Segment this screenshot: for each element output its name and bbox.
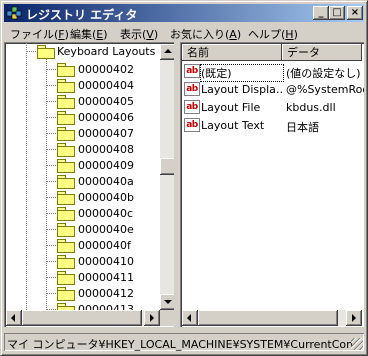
scroll-right-button[interactable] bbox=[346, 310, 362, 326]
arrow-up-icon bbox=[164, 49, 172, 53]
registry-editor-icon bbox=[6, 6, 22, 20]
folder-icon bbox=[57, 175, 75, 189]
tree-line bbox=[46, 101, 56, 102]
string-value-icon: ab bbox=[184, 82, 200, 96]
column-header-name[interactable]: 名前 bbox=[182, 44, 282, 61]
registry-value-list[interactable]: 名前 データ ab (既定) (値の設定なし) ab Layout Displa… bbox=[180, 42, 364, 327]
minimize-button[interactable]: _ bbox=[313, 6, 329, 20]
tree-line bbox=[46, 69, 56, 70]
tree-hscroll-thumb[interactable] bbox=[22, 310, 142, 326]
folder-icon bbox=[57, 207, 75, 221]
title-bar[interactable]: レジストリ エディタ _ □ × bbox=[4, 4, 364, 22]
tree-line bbox=[46, 58, 47, 310]
arrow-left-icon bbox=[11, 314, 15, 322]
tree-line bbox=[46, 133, 56, 134]
menu-help[interactable]: ヘルプ(H) bbox=[248, 26, 298, 42]
menu-file[interactable]: ファイル(F) bbox=[10, 26, 69, 42]
folder-icon bbox=[57, 111, 75, 125]
folder-icon bbox=[57, 159, 75, 173]
open-folder-icon bbox=[57, 271, 75, 285]
tree-line bbox=[46, 165, 56, 166]
folder-icon bbox=[57, 255, 75, 269]
tree-line bbox=[46, 293, 56, 294]
window-title: レジストリ エディタ bbox=[26, 8, 138, 22]
status-path: マイ コンピュータ¥HKEY_LOCAL_MACHINE¥SYSTEM¥Curr… bbox=[7, 338, 352, 351]
string-value-icon: ab bbox=[184, 100, 200, 114]
open-folder-icon bbox=[37, 45, 55, 59]
tree-line bbox=[46, 181, 56, 182]
list-horizontal-scrollbar[interactable] bbox=[182, 310, 362, 326]
registry-key-tree[interactable]: Keyboard Layouts 00000402 00000404 0000040… bbox=[4, 42, 174, 327]
tree-line bbox=[46, 277, 56, 278]
arrow-right-icon bbox=[150, 314, 154, 322]
folder-icon bbox=[57, 191, 75, 205]
folder-icon bbox=[57, 287, 75, 301]
menu-favorites[interactable]: お気に入り(A) bbox=[170, 26, 241, 42]
tree-line bbox=[46, 213, 56, 214]
status-bar: マイ コンピュータ¥HKEY_LOCAL_MACHINE¥SYSTEM¥Curr… bbox=[4, 333, 364, 351]
folder-icon bbox=[57, 223, 75, 237]
tree-line bbox=[46, 85, 56, 86]
folder-icon bbox=[57, 63, 75, 77]
folder-icon bbox=[57, 143, 75, 157]
string-value-icon: ab bbox=[184, 118, 200, 132]
registry-editor-window: レジストリ エディタ _ □ × ファイル(F) 編集(E) 表示(V) お気に… bbox=[0, 0, 368, 356]
maximize-button[interactable]: □ bbox=[329, 6, 345, 20]
tree-line bbox=[46, 117, 56, 118]
arrow-down-icon bbox=[164, 300, 172, 304]
folder-icon bbox=[57, 79, 75, 93]
tree-horizontal-scrollbar[interactable] bbox=[6, 310, 160, 326]
list-hscroll-thumb[interactable] bbox=[198, 310, 338, 326]
close-button[interactable]: × bbox=[347, 6, 363, 20]
tree-scroll-thumb[interactable] bbox=[160, 158, 174, 175]
string-value-icon: ab bbox=[184, 64, 200, 78]
menu-view[interactable]: 表示(V) bbox=[120, 26, 158, 42]
arrow-left-icon bbox=[187, 314, 191, 322]
tree-line bbox=[26, 42, 27, 310]
tree-line bbox=[46, 261, 56, 262]
tree-line bbox=[46, 229, 56, 230]
scroll-corner bbox=[160, 310, 174, 326]
tree-line bbox=[46, 245, 56, 246]
folder-icon bbox=[57, 95, 75, 109]
resize-grip[interactable] bbox=[351, 338, 363, 350]
scroll-left-button[interactable] bbox=[6, 310, 22, 326]
scroll-left-button[interactable] bbox=[182, 310, 198, 326]
scroll-right-button[interactable] bbox=[144, 310, 160, 326]
tree-line bbox=[26, 51, 36, 52]
menu-edit[interactable]: 編集(E) bbox=[70, 26, 108, 42]
tree-line bbox=[46, 197, 56, 198]
tree-vertical-scrollbar[interactable] bbox=[160, 44, 174, 310]
scroll-down-button[interactable] bbox=[160, 294, 174, 310]
scroll-up-button[interactable] bbox=[160, 44, 174, 60]
menu-bar: ファイル(F) 編集(E) 表示(V) お気に入り(A) ヘルプ(H) bbox=[4, 23, 364, 42]
tree-line bbox=[46, 149, 56, 150]
folder-icon bbox=[57, 127, 75, 141]
folder-icon bbox=[57, 239, 75, 253]
column-header-data[interactable]: データ bbox=[282, 44, 362, 61]
arrow-right-icon bbox=[352, 314, 356, 322]
